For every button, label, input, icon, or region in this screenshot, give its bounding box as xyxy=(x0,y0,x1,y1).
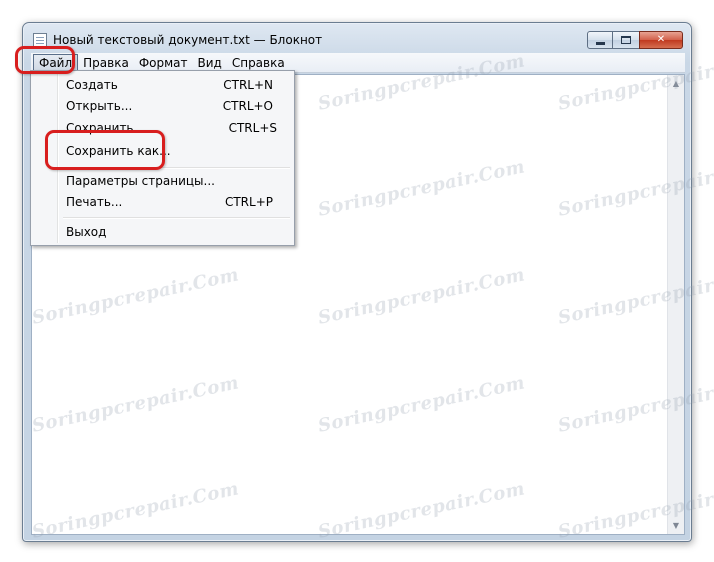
minimize-icon xyxy=(595,41,605,45)
highlight-file-menu xyxy=(15,46,75,74)
menu-item-label: Параметры страницы... xyxy=(66,174,215,188)
menu-item-label: Выход xyxy=(66,225,107,239)
menu-item-exit[interactable]: Выход xyxy=(34,222,291,244)
menu-item-page-setup[interactable]: Параметры страницы... xyxy=(34,171,291,193)
menu-edit[interactable]: Правка xyxy=(78,54,134,72)
menu-item-open[interactable]: Открыть... CTRL+O xyxy=(34,96,291,118)
maximize-icon xyxy=(621,36,631,44)
caption-buttons: ✕ xyxy=(587,31,683,49)
highlight-save-as xyxy=(45,130,165,170)
menu-item-label: Открыть... xyxy=(66,99,133,113)
menu-separator xyxy=(63,217,290,218)
menu-item-shortcut: CTRL+P xyxy=(224,195,273,209)
menu-item-label: Создать xyxy=(66,78,118,92)
close-icon: ✕ xyxy=(656,34,666,45)
window-title: Новый текстовый документ.txt — Блокнот xyxy=(53,33,323,47)
menu-view[interactable]: Вид xyxy=(193,54,227,72)
title-bar[interactable]: Новый текстовый документ.txt — Блокнот ✕ xyxy=(23,23,691,51)
scroll-down-icon[interactable]: ▼ xyxy=(668,517,684,534)
minimize-button[interactable] xyxy=(587,31,613,49)
close-button[interactable]: ✕ xyxy=(639,31,683,49)
menu-item-label: Печать... xyxy=(66,195,123,209)
menu-item-shortcut: CTRL+N xyxy=(223,78,273,92)
menu-help[interactable]: Справка xyxy=(227,54,290,72)
menu-format[interactable]: Формат xyxy=(134,54,193,72)
menu-item-shortcut: CTRL+O xyxy=(222,99,273,113)
menu-item-print[interactable]: Печать... CTRL+P xyxy=(34,192,291,214)
menu-item-shortcut: CTRL+S xyxy=(228,121,277,135)
menu-item-new[interactable]: Создать CTRL+N xyxy=(34,75,291,97)
maximize-button[interactable] xyxy=(613,31,639,49)
